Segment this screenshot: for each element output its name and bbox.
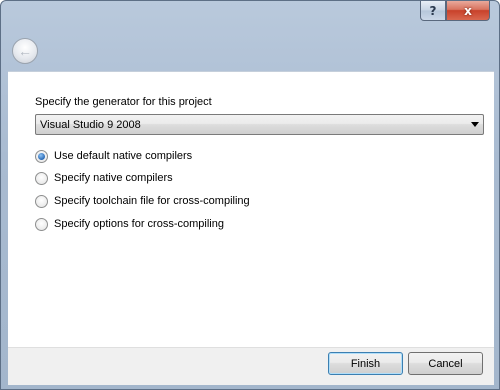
- chevron-down-icon: [471, 122, 479, 127]
- radio-default-compilers[interactable]: Use default native compilers: [35, 148, 192, 164]
- wizard-header: ←: [8, 31, 494, 71]
- generator-selected-value: Visual Studio 9 2008: [40, 118, 141, 131]
- radio-label: Specify toolchain file for cross-compili…: [54, 195, 250, 207]
- radio-label: Specify native compilers: [54, 172, 173, 184]
- dialog-window: ? x ← Specify the generator for this pro…: [0, 0, 500, 390]
- radio-button-checked[interactable]: [35, 149, 48, 163]
- help-icon: ?: [429, 3, 437, 18]
- finish-button[interactable]: Finish: [328, 352, 403, 375]
- radio-label: Use default native compilers: [54, 150, 193, 162]
- radio-button[interactable]: [35, 217, 48, 231]
- help-button[interactable]: ?: [420, 1, 446, 21]
- radio-button[interactable]: [35, 171, 48, 185]
- radio-native-compilers[interactable]: Specify native compilers: [35, 170, 173, 186]
- radio-button[interactable]: [35, 194, 48, 208]
- back-button[interactable]: ←: [12, 38, 38, 64]
- generator-select[interactable]: Visual Studio 9 2008: [35, 114, 484, 135]
- title-bar: ? x: [1, 1, 499, 23]
- radio-toolchain-file[interactable]: Specify toolchain file for cross-compili…: [35, 193, 250, 209]
- radio-cross-compile-options[interactable]: Specify options for cross-compiling: [35, 216, 224, 232]
- button-bar: Finish Cancel: [8, 347, 494, 385]
- back-arrow-icon: ←: [18, 43, 32, 59]
- radio-label: Specify options for cross-compiling: [54, 218, 224, 230]
- wizard-content: Specify the generator for this project V…: [8, 71, 494, 347]
- close-button[interactable]: x: [446, 1, 490, 21]
- cancel-button[interactable]: Cancel: [408, 352, 483, 375]
- close-icon: x: [464, 3, 472, 18]
- generator-label: Specify the generator for this project: [35, 96, 212, 108]
